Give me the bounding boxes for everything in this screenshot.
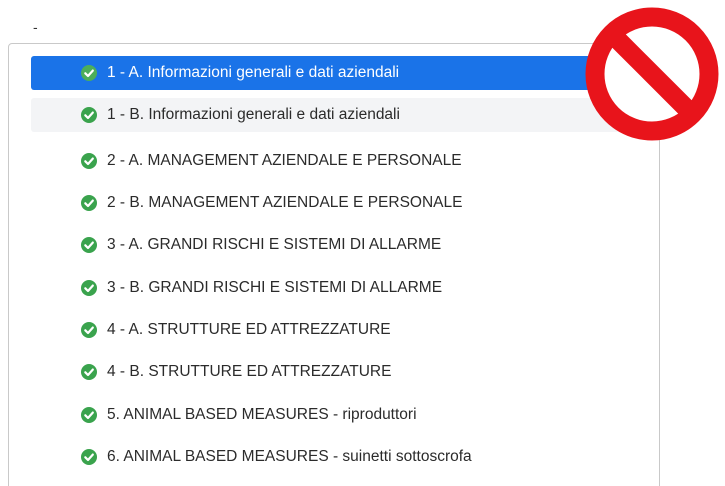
checklist-item-label: 4 - B. STRUTTURE ED ATTREZZATURE — [107, 363, 392, 381]
checklist-item-1b[interactable]: 1 - B. Informazioni generali e dati azie… — [31, 98, 639, 132]
check-circle-icon — [81, 194, 97, 211]
check-circle-icon — [81, 406, 97, 423]
checklist: 1 - A. Informazioni generali e dati azie… — [31, 56, 639, 479]
checklist-item-label: 1 - B. Informazioni generali e dati azie… — [107, 106, 400, 123]
checklist-item-6[interactable]: 6. ANIMAL BASED MEASURES - suinetti sott… — [31, 437, 639, 478]
check-circle-icon — [81, 237, 97, 254]
check-circle-icon — [81, 152, 97, 169]
checklist-item-3a[interactable]: 3 - A. GRANDI RISCHI E SISTEMI DI ALLARM… — [31, 225, 639, 266]
check-circle-icon — [81, 364, 97, 381]
checklist-item-label: 5. ANIMAL BASED MEASURES - riproduttori — [107, 405, 417, 423]
check-circle-icon — [81, 107, 97, 123]
checklist-item-2b[interactable]: 2 - B. MANAGEMENT AZIENDALE E PERSONALE — [31, 182, 639, 223]
prohibition-icon — [583, 5, 721, 143]
checklist-item-label: 3 - A. GRANDI RISCHI E SISTEMI DI ALLARM… — [107, 236, 442, 254]
check-circle-icon — [81, 279, 97, 296]
checklist-item-label: 3 - B. GRANDI RISCHI E SISTEMI DI ALLARM… — [107, 278, 443, 296]
checklist-item-4b[interactable]: 4 - B. STRUTTURE ED ATTREZZATURE — [31, 352, 639, 393]
checklist-item-2a[interactable]: 2 - A. MANAGEMENT AZIENDALE E PERSONALE — [31, 140, 639, 181]
check-circle-icon — [81, 322, 97, 339]
checklist-item-4a[interactable]: 4 - A. STRUTTURE ED ATTREZZATURE — [31, 310, 639, 351]
checklist-item-label: 2 - A. MANAGEMENT AZIENDALE E PERSONALE — [107, 151, 462, 169]
checklist-item-5[interactable]: 5. ANIMAL BASED MEASURES - riproduttori — [31, 394, 639, 435]
checklist-item-label: 4 - A. STRUTTURE ED ATTREZZATURE — [107, 321, 391, 339]
checklist-item-1a[interactable]: 1 - A. Informazioni generali e dati azie… — [31, 56, 639, 90]
check-circle-icon — [81, 449, 97, 466]
check-circle-icon — [81, 65, 97, 81]
top-mark: - — [33, 19, 38, 35]
checklist-panel: 1 - A. Informazioni generali e dati azie… — [8, 43, 660, 486]
checklist-item-label: 6. ANIMAL BASED MEASURES - suinetti sott… — [107, 448, 472, 466]
checklist-item-label: 1 - A. Informazioni generali e dati azie… — [107, 64, 400, 81]
checklist-item-3b[interactable]: 3 - B. GRANDI RISCHI E SISTEMI DI ALLARM… — [31, 267, 639, 308]
checklist-item-label: 2 - B. MANAGEMENT AZIENDALE E PERSONALE — [107, 193, 463, 211]
